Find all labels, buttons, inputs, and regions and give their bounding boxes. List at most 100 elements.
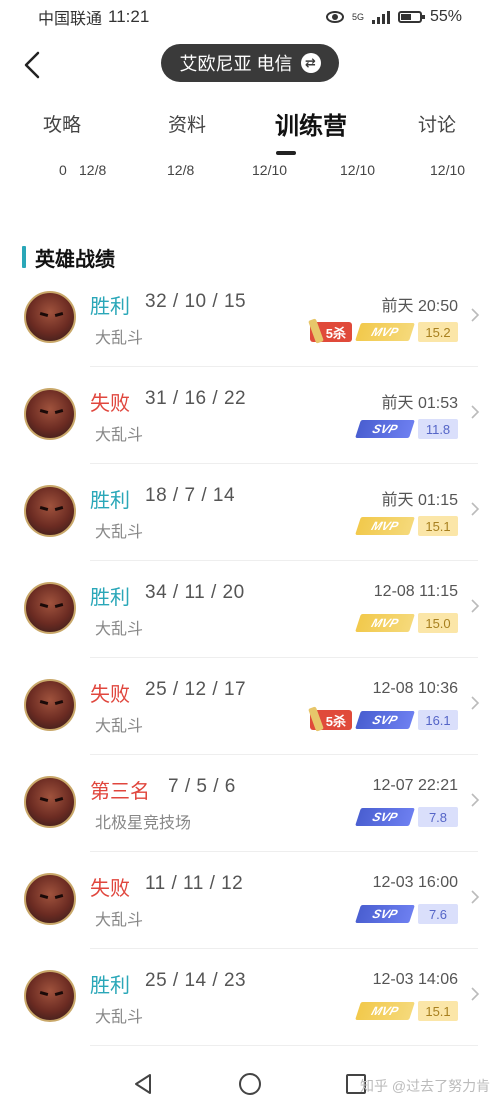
score-badge: 16.1 — [418, 710, 458, 730]
back-arrow-icon[interactable] — [18, 50, 48, 80]
svp-badge: SVP — [355, 905, 415, 923]
status-left: 中国联通 11:21 — [38, 5, 149, 29]
game-mode: 大乱斗 — [95, 718, 144, 735]
champion-avatar — [24, 776, 76, 828]
champion-avatar — [24, 679, 76, 731]
server-switch-button[interactable]: 艾欧尼亚 电信 ⇄ — [161, 44, 339, 82]
kda: 18 / 7 / 14 — [145, 485, 236, 506]
chevron-right-icon — [471, 405, 480, 419]
kda: 11 / 11 / 12 — [145, 873, 244, 894]
match-record[interactable]: 胜利 34 / 11 / 20 大乱斗 12-08 11:15 MVP 15.0 — [0, 561, 500, 658]
tab-date: 12/8 — [79, 162, 107, 178]
eye-comfort-icon — [325, 11, 344, 23]
badges: SVP 7.6 — [355, 904, 458, 924]
badges: SVP 7.8 — [355, 807, 458, 827]
tab-discussion[interactable]: 讨论 — [418, 110, 456, 137]
tab-date: 12/8 — [167, 162, 195, 178]
match-result: 第三名 — [90, 781, 150, 803]
match-result: 胜利 — [90, 490, 130, 512]
mvp-badge: MVP — [355, 517, 415, 535]
match-time: 12-08 10:36 — [372, 680, 458, 697]
match-record[interactable]: 胜利 25 / 14 / 23 大乱斗 12-03 14:06 MVP 15.1 — [0, 949, 500, 1046]
match-result: 失败 — [90, 393, 130, 415]
chevron-right-icon — [471, 308, 480, 322]
server-name: 艾欧尼亚 电信 — [179, 54, 293, 74]
header: 艾欧尼亚 电信 ⇄ — [0, 40, 500, 90]
match-record[interactable]: 失败 11 / 11 / 12 大乱斗 12-03 16:00 SVP 7.6 — [0, 852, 500, 949]
tab-training-camp[interactable]: 训练营 — [275, 106, 347, 141]
status-bar: 中国联通 11:21 5G 55% — [0, 0, 500, 34]
match-record-list: 胜利 32 / 10 / 15 大乱斗 前天 20:50 5杀 MVP 15.2… — [0, 270, 500, 1046]
match-time: 前天 01:15 — [381, 492, 459, 509]
penta-kill-badge: 5杀 — [309, 322, 352, 342]
match-time: 前天 20:50 — [381, 298, 459, 315]
network-type: 5G — [351, 11, 364, 22]
nav-back-icon[interactable] — [133, 1073, 153, 1095]
badges: SVP 11.8 — [355, 419, 458, 439]
kda: 34 / 11 / 20 — [145, 582, 245, 603]
badges: 5杀 SVP 16.1 — [309, 710, 458, 730]
champion-avatar — [24, 388, 76, 440]
game-mode: 大乱斗 — [95, 621, 144, 638]
badges: MVP 15.1 — [355, 516, 458, 536]
game-mode: 大乱斗 — [95, 330, 144, 347]
badges: MVP 15.1 — [355, 1001, 458, 1021]
tab-dates: 0 12/8 12/8 12/10 12/10 12/10 — [0, 162, 500, 182]
penta-kill-badge: 5杀 — [309, 710, 352, 730]
svp-badge: SVP — [355, 711, 415, 729]
section-header: 英雄战绩 — [22, 244, 115, 271]
clock: 11:21 — [108, 7, 150, 26]
match-record[interactable]: 胜利 18 / 7 / 14 大乱斗 前天 01:15 MVP 15.1 — [0, 464, 500, 561]
match-time: 12-03 14:06 — [372, 971, 458, 988]
tab-date: 12/10 — [340, 162, 376, 178]
swap-icon: ⇄ — [300, 53, 321, 73]
game-mode: 大乱斗 — [95, 912, 144, 929]
match-time: 前天 01:53 — [381, 395, 459, 412]
signal-icon — [371, 10, 390, 24]
game-mode: 大乱斗 — [95, 1009, 144, 1026]
badges: MVP 15.0 — [355, 613, 458, 633]
score-badge: 15.2 — [418, 322, 458, 342]
section-title: 英雄战绩 — [35, 248, 115, 271]
status-right: 5G 55% — [325, 8, 462, 26]
chevron-right-icon — [471, 890, 480, 904]
match-time: 12-08 11:15 — [373, 583, 458, 600]
active-tab-indicator — [276, 151, 296, 155]
tab-bar: 攻略 资料 训练营 讨论 — [0, 110, 500, 160]
game-mode: 北极星竞技场 — [95, 815, 192, 832]
mvp-badge: MVP — [355, 323, 415, 341]
tab-guides[interactable]: 攻略 — [43, 110, 81, 137]
match-record[interactable]: 胜利 32 / 10 / 15 大乱斗 前天 20:50 5杀 MVP 15.2 — [0, 270, 500, 367]
score-badge: 7.6 — [418, 904, 458, 924]
battery-level: 55% — [429, 8, 462, 25]
tab-date: 12/10 — [252, 162, 288, 178]
champion-avatar — [24, 291, 76, 343]
match-record[interactable]: 失败 31 / 16 / 22 大乱斗 前天 01:53 SVP 11.8 — [0, 367, 500, 464]
tab-date: 12/10 — [430, 162, 466, 178]
svp-badge: SVP — [355, 808, 415, 826]
nav-home-icon[interactable] — [239, 1073, 261, 1095]
match-time: 12-07 22:21 — [372, 777, 458, 794]
champion-avatar — [24, 485, 76, 537]
kda: 25 / 12 / 17 — [145, 679, 247, 700]
champion-avatar — [24, 970, 76, 1022]
mvp-badge: MVP — [355, 1002, 415, 1020]
tab-count: 0 — [59, 162, 67, 178]
match-result: 胜利 — [90, 975, 130, 997]
champion-avatar — [24, 582, 76, 634]
chevron-right-icon — [471, 696, 480, 710]
match-result: 失败 — [90, 684, 130, 706]
kda: 25 / 14 / 23 — [145, 970, 247, 991]
score-badge: 7.8 — [418, 807, 458, 827]
battery-icon — [397, 11, 425, 23]
carrier-label: 中国联通 — [38, 11, 103, 28]
match-result: 胜利 — [90, 587, 130, 609]
score-badge: 15.1 — [418, 1001, 458, 1021]
match-record[interactable]: 失败 25 / 12 / 17 大乱斗 12-08 10:36 5杀 SVP 1… — [0, 658, 500, 755]
match-record[interactable]: 第三名 7 / 5 / 6 北极星竞技场 12-07 22:21 SVP 7.8 — [0, 755, 500, 852]
score-badge: 15.0 — [418, 613, 458, 633]
badges: 5杀 MVP 15.2 — [309, 322, 458, 342]
score-badge: 11.8 — [418, 419, 458, 439]
match-time: 12-03 16:00 — [372, 874, 458, 891]
tab-profile[interactable]: 资料 — [168, 110, 206, 137]
